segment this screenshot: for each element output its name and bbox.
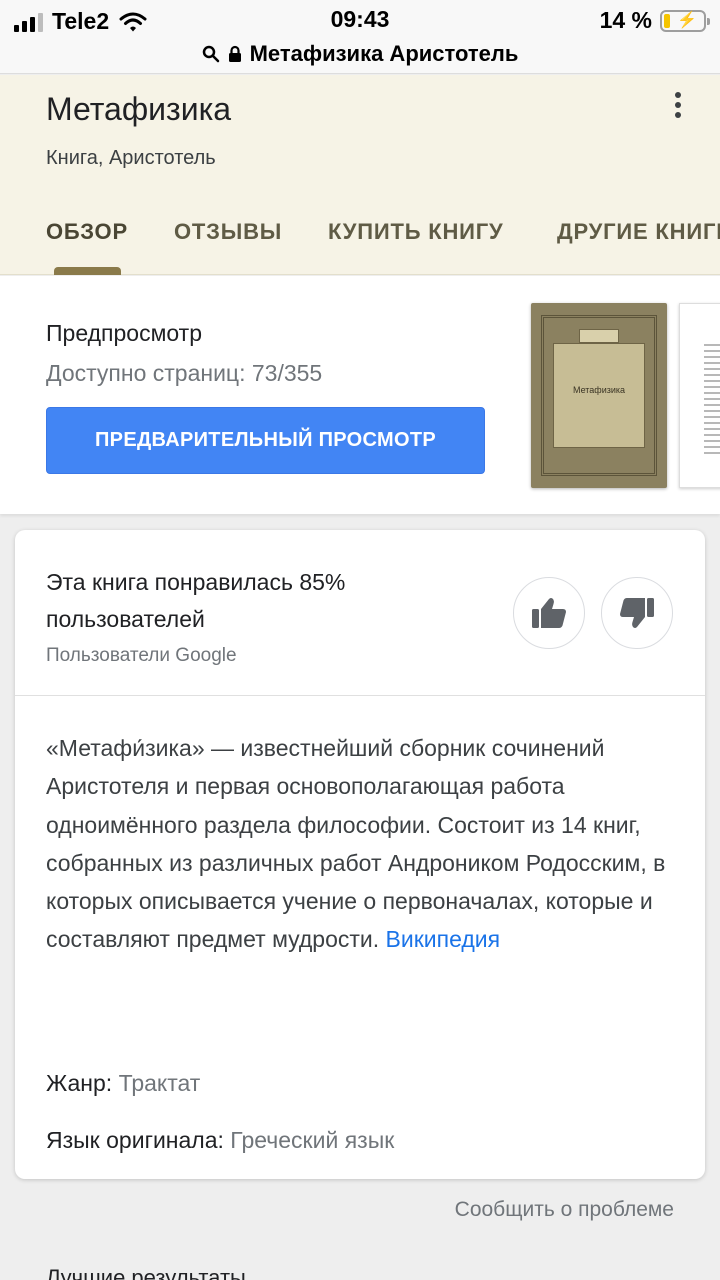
page-subtitle: Книга, Аристотель <box>46 147 216 169</box>
thumbs-up-icon <box>532 598 566 628</box>
fact-genre: Жанр: Трактат <box>46 1070 200 1097</box>
thumbs-down-button[interactable] <box>601 577 673 649</box>
report-problem-link[interactable]: Сообщить о проблеме <box>455 1198 674 1222</box>
status-right: 14 % ⚡ <box>599 7 710 34</box>
fact-original-language: Язык оригинала: Греческий язык <box>46 1127 394 1154</box>
more-options-icon[interactable] <box>660 87 696 123</box>
fact-genre-value[interactable]: Трактат <box>119 1070 201 1096</box>
divider <box>15 695 705 696</box>
url-text: Метафизика Аристотель <box>249 40 519 66</box>
fact-language-label: Язык оригинала: <box>46 1127 224 1153</box>
fact-language-value[interactable]: Греческий язык <box>230 1127 394 1153</box>
tab-other-books[interactable]: ДРУГИЕ КНИГИ <box>557 219 720 245</box>
rating-source: Пользователи Google <box>46 645 237 666</box>
lock-icon <box>228 45 241 62</box>
preview-section: Предпросмотр Доступно страниц: 73/355 ПР… <box>0 276 720 514</box>
book-info-card: Эта книга понравилась 85% пользователей … <box>15 530 705 1179</box>
battery-percent: 14 % <box>599 7 652 33</box>
preview-title: Предпросмотр <box>46 320 202 346</box>
fact-genre-label: Жанр: <box>46 1070 113 1096</box>
book-description: «Метафи́зика» — известнейший сборник соч… <box>46 729 666 959</box>
active-tab-indicator <box>54 267 121 275</box>
preview-pages-available: Доступно страниц: 73/355 <box>46 360 323 386</box>
tab-buy-book[interactable]: КУПИТЬ КНИГУ <box>328 219 504 245</box>
page-title: Метафизика <box>46 91 232 127</box>
book-cover-image[interactable]: Метафизика <box>531 303 667 488</box>
top-results-heading: Лучшие результаты <box>46 1265 246 1280</box>
description-text: «Метафи́зика» — известнейший сборник соч… <box>46 735 666 953</box>
battery-charging-icon: ⚡ <box>660 9 710 32</box>
thumbs-down-icon <box>620 598 654 628</box>
thumbs-up-button[interactable] <box>513 577 585 649</box>
tab-overview[interactable]: ОБЗОР <box>46 219 128 245</box>
rating-text: Эта книга понравилась 85% пользователей <box>46 569 346 632</box>
preview-button[interactable]: ПРЕДВАРИТЕЛЬНЫЙ ПРОСМОТР <box>46 407 485 474</box>
book-page-thumbnail[interactable] <box>679 303 720 488</box>
tab-reviews[interactable]: ОТЗЫВЫ <box>174 219 282 245</box>
tab-bar: ОБЗОР ОТЗЫВЫ КУПИТЬ КНИГУ ДРУГИЕ КНИГИ <box>0 215 720 275</box>
knowledge-panel-header: Метафизика Книга, Аристотель ОБЗОР ОТЗЫВ… <box>0 75 720 275</box>
wikipedia-link[interactable]: Википедия <box>386 926 501 952</box>
url-bar[interactable]: Метафизика Аристотель <box>0 34 720 74</box>
book-cover-title: Метафизика <box>572 385 626 395</box>
search-icon <box>202 45 219 62</box>
